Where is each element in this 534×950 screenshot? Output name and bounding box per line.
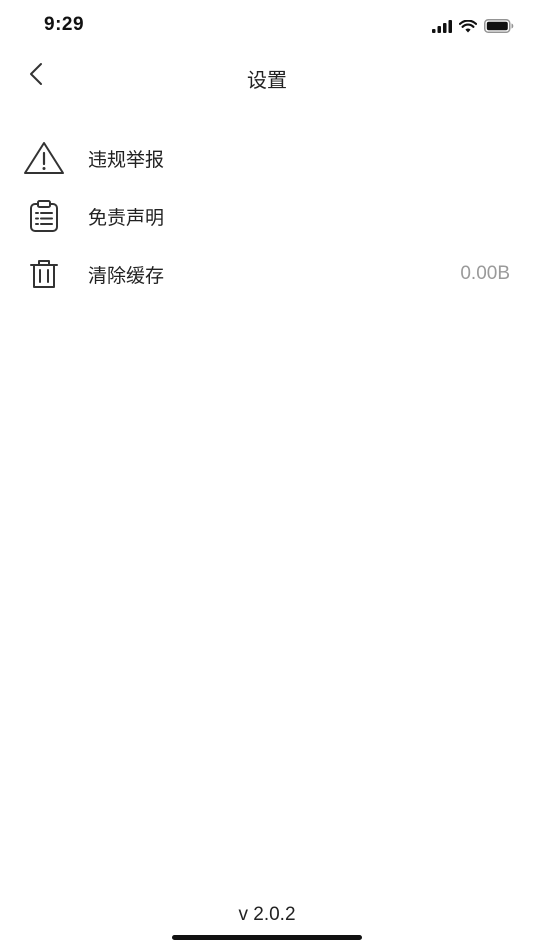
clipboard-list-icon [22,196,66,236]
cache-size-value: 0.00B [460,263,510,284]
navigation-bar: 设置 [0,50,534,100]
home-indicator[interactable] [172,935,362,940]
menu-item-label: 免责声明 [88,206,165,229]
trash-icon [22,254,66,294]
menu-item-label: 清除缓存 [88,264,165,287]
menu-item-clear-cache[interactable]: 清除缓存 0.00B [0,245,534,303]
menu-item-disclaimer[interactable]: 免责声明 [0,187,534,245]
app-version: v 2.0.2 [238,904,296,925]
menu-item-label: 违规举报 [88,148,165,171]
wifi-icon [459,19,477,33]
menu-item-report[interactable]: 违规举报 [0,129,534,187]
status-icons [432,17,514,35]
settings-menu: 违规举报 免责声明 清除缓存 0.00B [0,129,534,303]
status-time: 9:29 [44,14,85,35]
cellular-signal-icon [432,19,452,33]
page-title: 设置 [247,68,287,92]
status-bar: 9:29 [0,0,534,50]
battery-icon [484,19,514,33]
warning-triangle-icon [22,138,66,178]
